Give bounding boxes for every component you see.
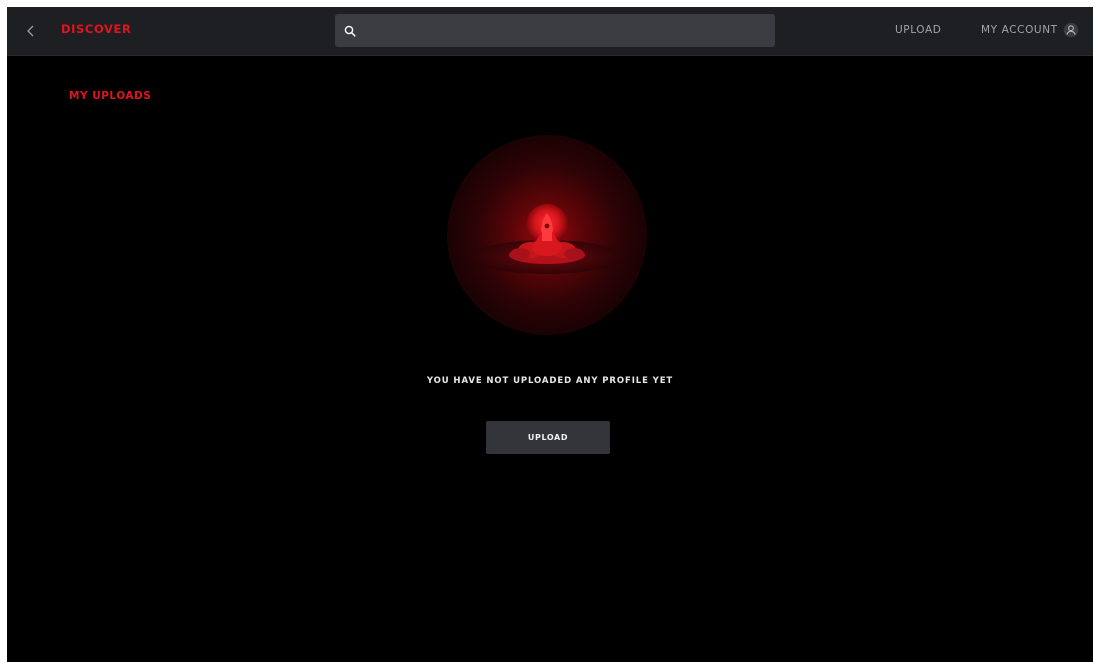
top-navigation-bar: DISCOVER UPLOAD MY ACCOUNT (7, 7, 1093, 56)
my-account-label: MY ACCOUNT (981, 24, 1058, 36)
search-icon (343, 24, 357, 38)
my-account-menu[interactable]: MY ACCOUNT (981, 22, 1079, 38)
chevron-left-icon (27, 25, 34, 37)
my-uploads-title: MY UPLOADS (69, 90, 152, 102)
rocket-launch-illustration (447, 135, 647, 335)
app-window: DISCOVER UPLOAD MY ACCOUNT MY UPLOADS YO… (7, 7, 1093, 662)
empty-state-message: YOU HAVE NOT UPLOADED ANY PROFILE YET (426, 376, 674, 386)
user-icon (1063, 22, 1079, 38)
search-input[interactable] (363, 14, 775, 47)
nav-upload-link[interactable]: UPLOAD (895, 24, 941, 36)
back-button[interactable] (21, 21, 41, 41)
search-bar[interactable] (335, 14, 775, 47)
upload-button[interactable]: UPLOAD (486, 421, 610, 454)
discover-link[interactable]: DISCOVER (61, 22, 131, 36)
